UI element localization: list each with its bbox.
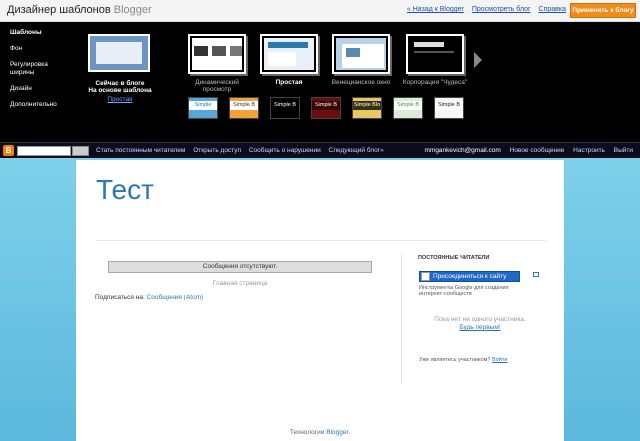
followers-heading: ПОСТОЯННЫЕ ЧИТАТЕЛИ xyxy=(418,255,490,261)
sign-in-link[interactable]: Войти xyxy=(492,357,507,363)
designer-header: Дизайнер шаблонов Blogger « Назад к Blog… xyxy=(0,0,640,22)
navbar-search-button[interactable] xyxy=(72,146,89,156)
nav-item-layout[interactable]: Дизайн xyxy=(10,85,70,93)
theme-picture-window-label: Венецианское окно xyxy=(331,79,391,86)
sidebar-divider xyxy=(401,254,402,384)
user-email: mmgankevich@gmail.com xyxy=(424,147,501,154)
apply-to-blog-button[interactable]: Применить к блогу xyxy=(570,3,636,18)
navbar-links: Стать постоянным читателем Открыть досту… xyxy=(96,147,390,154)
variant-7[interactable]: Simple B xyxy=(434,97,464,119)
view-blog-link[interactable]: Просмотреть блог xyxy=(472,6,531,13)
variant-6-label: Simple B xyxy=(394,101,422,110)
atom-feed-link[interactable]: Сообщения (Atom) xyxy=(147,294,204,301)
current-template-label: Сейчас в блоге На основе шаблона xyxy=(80,80,160,94)
current-subtitle: На основе шаблона xyxy=(88,87,152,94)
customize-link[interactable]: Настроить xyxy=(573,147,605,154)
theme-awesome-inc-label: Корпорация "Чудеса" xyxy=(402,79,468,86)
next-templates-arrow-icon[interactable] xyxy=(474,52,482,68)
navbar-user-area: mmgankevich@gmail.com Новое сообщение На… xyxy=(417,147,633,154)
variant-3[interactable]: Simple B xyxy=(270,97,300,119)
nav-item-width[interactable]: Регулировка ширины xyxy=(10,61,70,77)
subscribe-label: Подписаться на: xyxy=(95,294,145,301)
nav-item-templates[interactable]: Шаблоны xyxy=(10,29,70,37)
variant-7-label: Simple B xyxy=(435,101,463,110)
header-divider xyxy=(96,240,546,241)
designer-panel: Шаблоны Фон Регулировка ширины Дизайн До… xyxy=(0,22,640,142)
designer-nav: Шаблоны Фон Регулировка ширины Дизайн До… xyxy=(10,29,70,117)
report-abuse-link[interactable]: Сообщить о нарушении xyxy=(249,147,321,154)
no-posts-message: Сообщения отсутствуют. xyxy=(108,261,372,273)
already-member-label: Уже являетесь участником? xyxy=(419,357,491,363)
back-to-blogger-link[interactable]: « Назад к Blogger xyxy=(407,6,464,13)
variant-5-label: Simple Blo xyxy=(353,101,381,110)
variant-3-label: Simple B xyxy=(271,101,299,110)
blogger-logo-icon[interactable]: B xyxy=(3,145,14,156)
no-members-text: Пока нет ни одного участника. xyxy=(434,316,526,323)
help-link[interactable]: Справка xyxy=(539,6,566,13)
current-template-link[interactable]: Простая xyxy=(80,96,160,103)
share-link[interactable]: Открыть доступ xyxy=(193,147,241,154)
theme-dynamic-views-label: Динамический просмотр xyxy=(195,79,239,93)
variant-5[interactable]: Simple Blo xyxy=(352,97,382,119)
blog-footer: Технологии Blogger. xyxy=(289,429,351,436)
nav-item-background[interactable]: Фон xyxy=(10,45,70,53)
nav-item-advanced[interactable]: Дополнительно xyxy=(10,101,70,109)
current-template-thumbnail xyxy=(88,34,150,72)
home-page-link[interactable]: Главная страница xyxy=(108,280,372,287)
blogger-navbar: B Стать постоянным читателем Открыть дос… xyxy=(0,142,640,158)
join-site-button[interactable]: Присоединиться к сайту xyxy=(419,271,520,282)
variant-6[interactable]: Simple B xyxy=(393,97,423,119)
already-member-line: Уже являетесь участником? Войти xyxy=(419,357,507,363)
subscribe-line: Подписаться на: Сообщения (Atom) xyxy=(95,294,203,301)
theme-dynamic-views[interactable] xyxy=(188,34,246,74)
designer-title-text: Дизайнер шаблонов xyxy=(7,4,111,16)
variant-4[interactable]: Simple B xyxy=(311,97,341,119)
designer-brand: Blogger xyxy=(113,4,152,16)
theme-awesome-inc[interactable] xyxy=(406,34,464,74)
follow-link[interactable]: Стать постоянным читателем xyxy=(96,147,185,154)
designer-title: Дизайнер шаблонов Blogger xyxy=(7,4,152,16)
navbar-search-input[interactable] xyxy=(17,146,71,156)
blogger-footer-link[interactable]: Blogger xyxy=(326,429,348,436)
theme-picture-window[interactable] xyxy=(332,34,390,74)
top-links: « Назад к Blogger Просмотреть блог Справ… xyxy=(401,6,566,13)
theme-simple-label: Простая xyxy=(275,79,303,86)
variant-2-label: Simple B xyxy=(230,101,258,110)
variant-1[interactable]: Simple xyxy=(188,97,218,119)
gfc-description: Инструменты Google для создания интернет… xyxy=(419,285,509,297)
footer-label: Технологии xyxy=(289,429,325,436)
new-post-link[interactable]: Новое сообщение xyxy=(510,147,565,154)
be-first-link[interactable]: Будь первым! xyxy=(420,324,540,331)
sign-out-link[interactable]: Выйти xyxy=(614,147,633,154)
variant-2[interactable]: Simple B xyxy=(229,97,259,119)
blog-title[interactable]: Тест xyxy=(96,174,154,206)
current-title: Сейчас в блоге xyxy=(95,80,145,87)
popout-icon[interactable] xyxy=(533,272,539,277)
variant-4-label: Simple B xyxy=(312,101,340,110)
theme-simple[interactable] xyxy=(260,34,318,74)
join-site-icon xyxy=(421,272,430,281)
next-blog-link[interactable]: Следующий блог» xyxy=(329,147,384,154)
variant-1-label: Simple xyxy=(189,101,217,110)
